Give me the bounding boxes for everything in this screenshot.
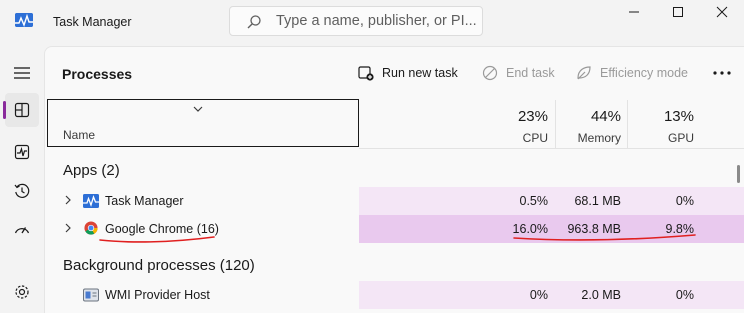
nav-item-app-history[interactable] [5,174,39,208]
memory-column-label[interactable]: Memory [562,131,621,145]
cpu-cell: 0.5% [519,194,549,208]
task-manager-app-icon [15,13,33,27]
search-icon [247,15,261,29]
cpu-column-label[interactable]: CPU [490,131,548,145]
search-input[interactable] [276,12,476,30]
leaf-icon [577,66,591,80]
nav-item-startup-apps[interactable] [5,213,39,247]
table-row[interactable]: WMI Provider Host 0% 2.0 MB 0% [47,281,744,309]
maximize-button[interactable] [654,0,702,24]
run-new-task-label: Run new task [382,66,458,80]
efficiency-mode-button[interactable]: Efficiency mode [576,62,688,84]
close-icon [716,6,728,18]
run-new-task-button[interactable]: Run new task [358,62,458,84]
close-button[interactable] [698,0,744,24]
gpu-cell: 0% [675,288,694,302]
navigation-rail [0,46,44,313]
column-divider [555,100,556,148]
nav-item-processes[interactable] [5,93,39,127]
gpu-column-percent[interactable]: 13% [634,108,694,125]
end-task-button[interactable]: End task [482,62,555,84]
end-task-label: End task [506,66,555,80]
efficiency-mode-label: Efficiency mode [600,66,689,80]
nav-active-indicator [3,101,6,119]
process-name: Task Manager [105,194,184,208]
chevron-right-icon[interactable] [64,195,72,205]
hamburger-icon [14,67,30,79]
startup-apps-icon [14,227,30,234]
vertical-scrollbar-thumb[interactable] [737,165,740,183]
group-header-background: Background processes (120) [63,257,255,274]
table-row[interactable]: Task Manager 0.5% 68.1 MB 0% [47,187,744,215]
end-task-icon [482,65,498,81]
wmi-icon [83,288,99,302]
memory-cell: 68.1 MB [574,194,621,208]
minimize-button[interactable] [610,0,658,24]
gpu-column-label[interactable]: GPU [634,131,694,145]
column-divider [627,100,628,148]
page-title: Processes [62,66,133,82]
annotation-underline-values [513,234,696,241]
processes-icon [14,102,30,118]
annotation-underline-name [99,236,215,243]
nav-item-settings[interactable] [5,275,39,309]
cpu-column-percent[interactable]: 23% [490,108,548,125]
name-column-label: Name [63,128,96,142]
search-box[interactable] [229,6,483,36]
settings-icon [15,285,29,299]
title-bar: Task Manager [0,0,744,46]
chrome-icon [84,221,98,235]
memory-cell: 2.0 MB [581,288,621,302]
minimize-icon [629,11,639,13]
more-icon [713,71,731,75]
task-manager-icon [83,194,99,208]
window-title: Task Manager [53,15,132,29]
header-separator [359,148,744,149]
app-history-icon [14,183,30,198]
run-new-task-icon [358,66,374,81]
nav-item-performance[interactable] [5,135,39,169]
chevron-down-icon [193,106,203,112]
maximize-icon [673,7,683,17]
nav-menu-button[interactable] [5,56,39,90]
name-column-header[interactable]: Name [47,99,359,147]
chevron-right-icon[interactable] [64,223,72,233]
process-name: WMI Provider Host [105,288,210,302]
performance-icon [14,144,30,160]
more-options-button[interactable] [710,62,734,84]
cpu-cell: 0% [529,288,548,302]
gpu-cell: 0% [675,194,694,208]
group-header-apps: Apps (2) [63,162,120,179]
memory-column-percent[interactable]: 44% [562,108,621,125]
